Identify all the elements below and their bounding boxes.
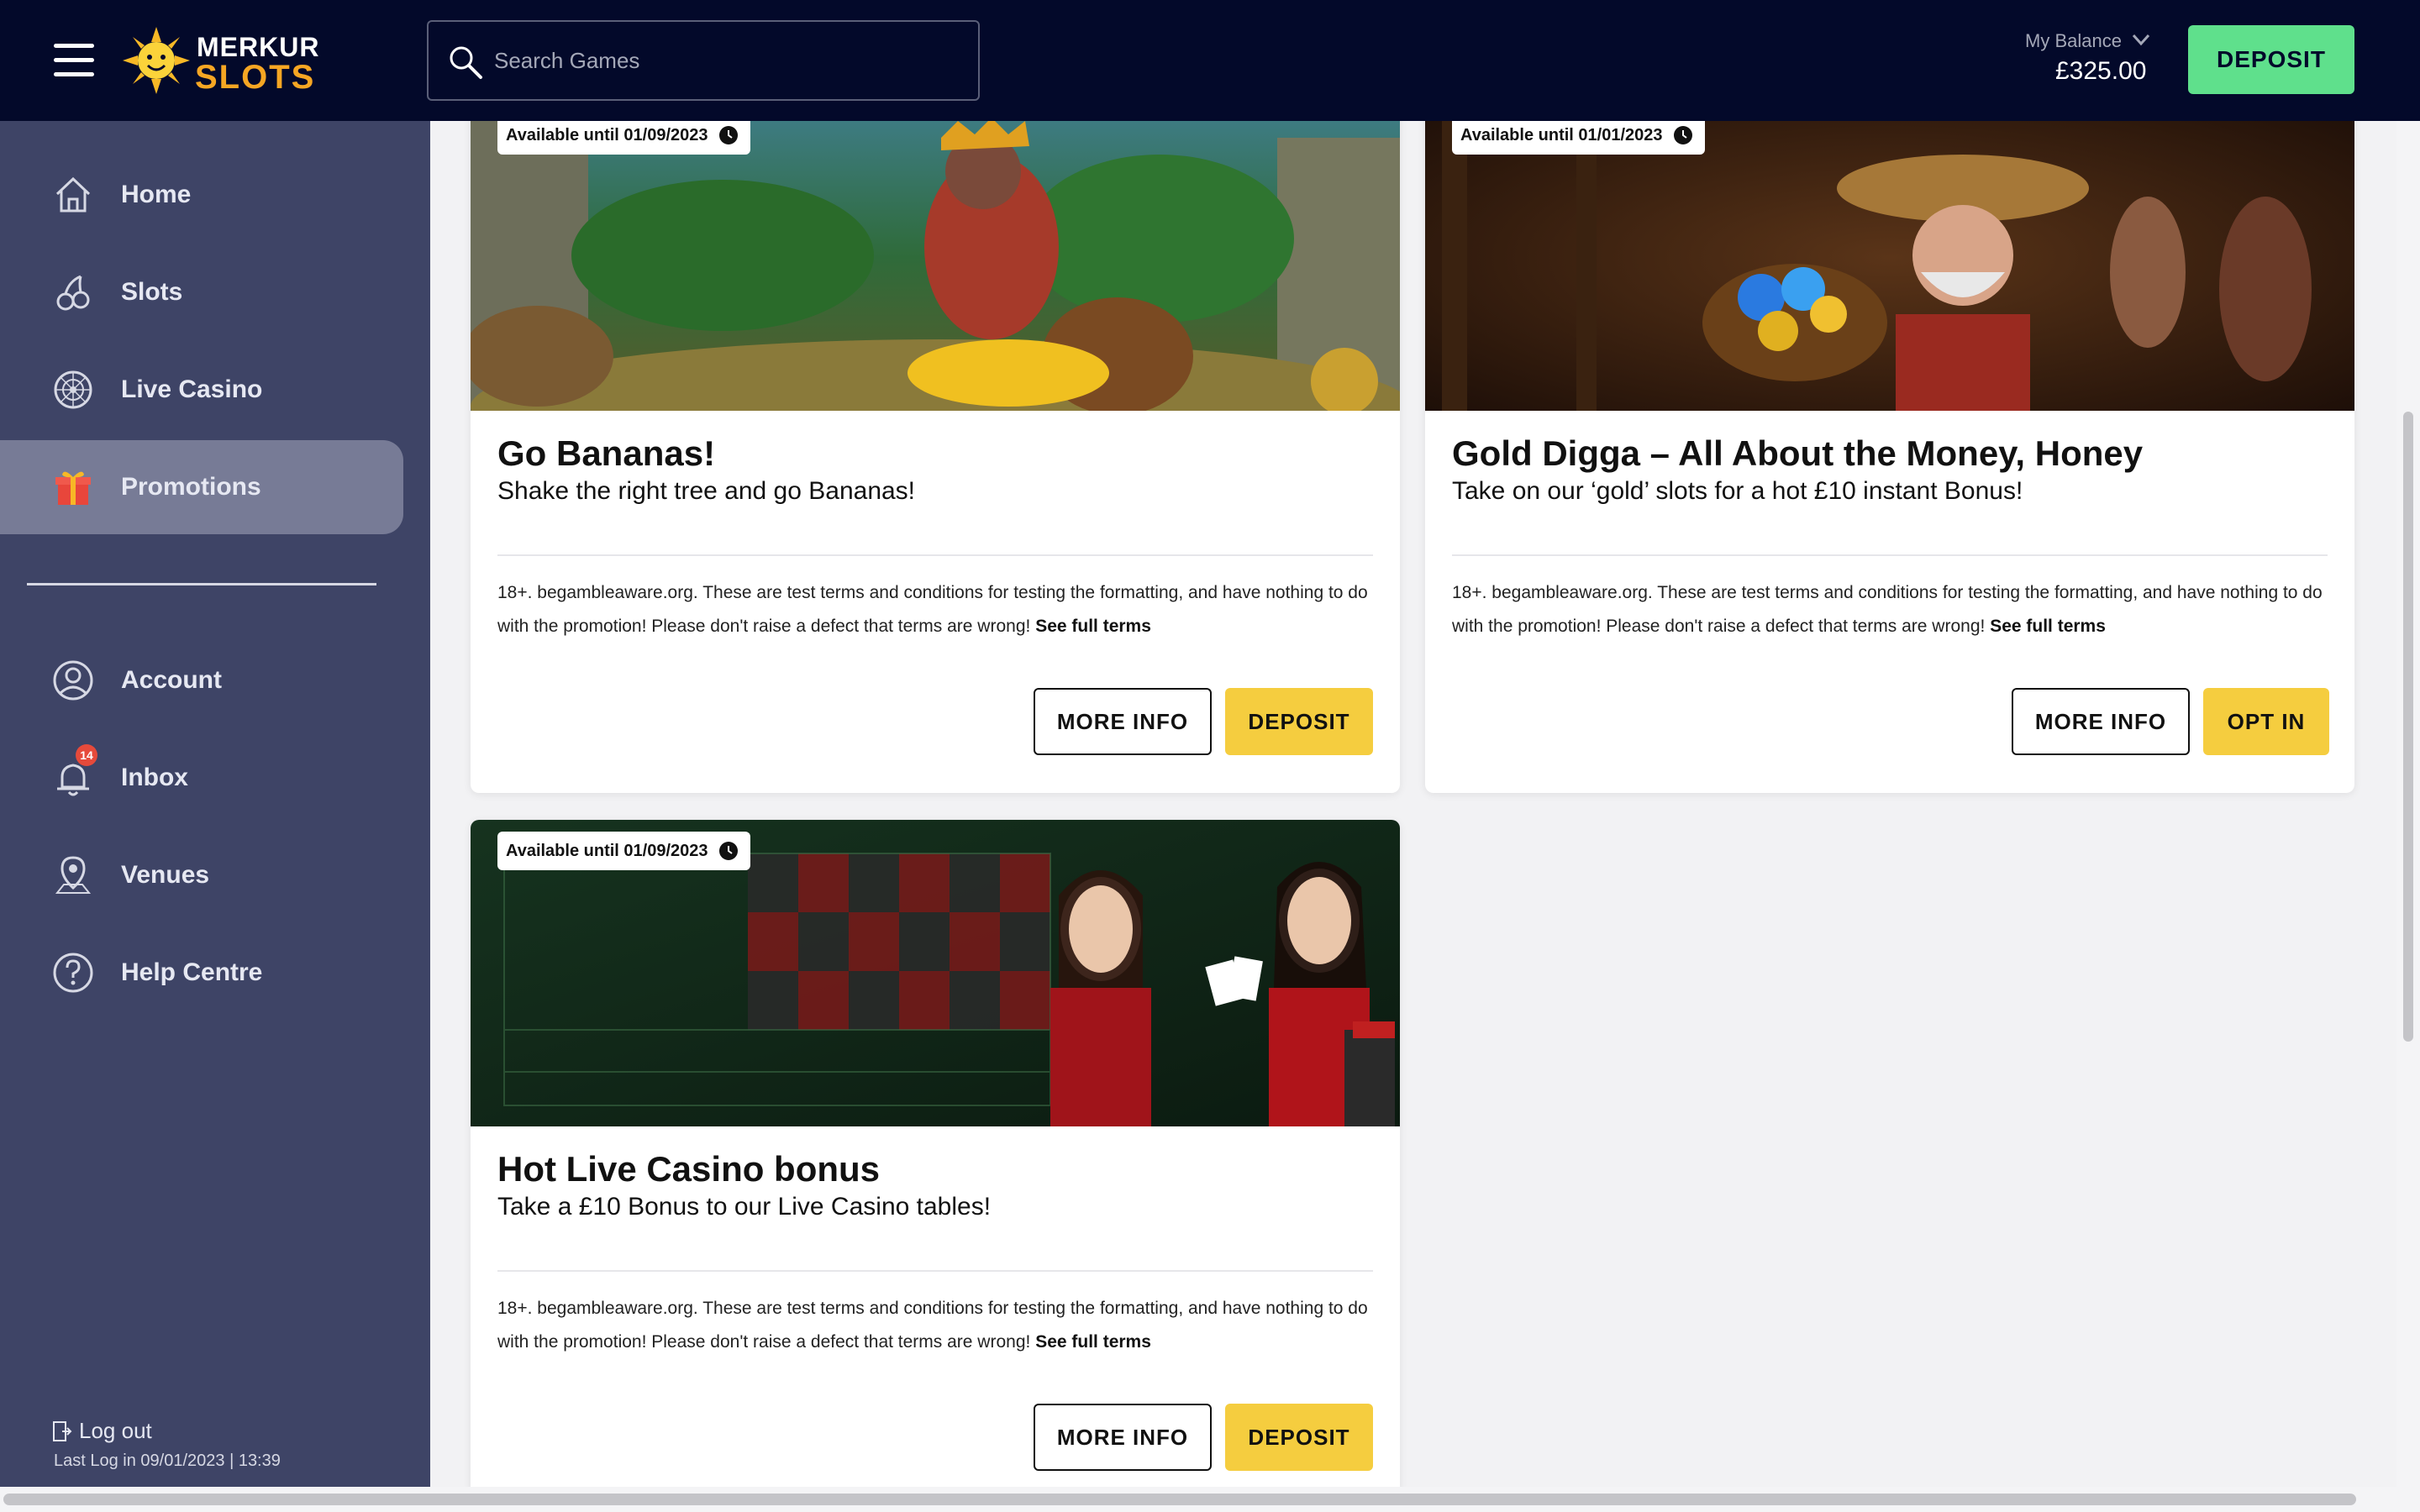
search-input[interactable] [494,39,965,82]
sidebar: Home Slots Live Casino Promotions Accoun… [0,121,430,1487]
promotion-subtitle: Take on our ‘gold’ slots for a hot £10 i… [1452,477,2023,505]
chevron-down-icon[interactable] [2131,30,2151,50]
inbox-count-badge: 14 [76,744,97,766]
jungle-gorilla-illustration [471,121,1400,411]
promotion-title: Hot Live Casino bonus [497,1149,881,1189]
gift-icon [55,471,91,505]
vertical-scrollbar[interactable] [2396,121,2420,1487]
promotion-title: Go Bananas! [497,433,716,473]
sidebar-divider [27,583,376,585]
help-icon [53,953,93,993]
home-icon [55,176,91,213]
logout-label: Log out [79,1418,152,1443]
availability-text: Available until 01/09/2023 [506,841,708,860]
search-icon [450,46,482,79]
logout-link[interactable]: Log out [52,1418,152,1444]
roulette-icon [54,370,92,409]
sidebar-item-label: Help Centre [121,958,263,986]
sidebar-item-help-centre[interactable]: Help Centre [0,926,403,1020]
promotion-terms: 18+. begambleaware.org. These are test t… [497,576,1373,643]
card-divider [497,1270,1373,1272]
sidebar-item-label: Venues [121,861,210,889]
promotions-content: Available until 01/09/2023 Go Bananas! S… [430,121,2396,1487]
sidebar-item-live-casino[interactable]: Live Casino [0,343,403,437]
sidebar-item-label: Slots [121,278,183,306]
promotion-card: Available until 01/09/2023 Hot Live Casi… [471,820,1400,1487]
sidebar-item-label: Live Casino [121,375,263,403]
horizontal-scrollbar-thumb[interactable] [3,1494,2356,1505]
sidebar-item-label: Account [121,666,222,694]
search-box[interactable] [427,20,980,101]
promotion-terms: 18+. begambleaware.org. These are test t… [1452,576,2328,643]
clock-icon [718,126,738,144]
user-icon [53,660,93,701]
sun-logo-icon [123,27,190,94]
last-login-text: Last Log in 09/01/2023 | 13:39 [54,1452,281,1470]
brand-bottom: SLOTS [195,59,316,96]
sidebar-item-promotions[interactable]: Promotions [0,440,403,534]
cherries-icon [56,275,90,311]
sidebar-item-slots[interactable]: Slots [0,245,403,339]
promotion-subtitle: Shake the right tree and go Bananas! [497,477,916,505]
terms-text: 18+. begambleaware.org. These are test t… [497,1299,1368,1352]
availability-text: Available until 01/09/2023 [506,125,708,144]
balance-label[interactable]: My Balance [2025,30,2122,52]
promotion-terms: 18+. begambleaware.org. These are test t… [497,1292,1373,1359]
promotion-image: Available until 01/01/2023 [1425,121,2354,411]
header-deposit-button[interactable]: DEPOSIT [2188,25,2354,94]
card-divider [497,554,1373,556]
balance-value: £325.00 [2055,57,2147,85]
logout-icon [53,1420,72,1441]
see-full-terms-link[interactable]: See full terms [1035,1332,1151,1352]
promotion-subtitle: Take a £10 Bonus to our Live Casino tabl… [497,1193,992,1221]
more-info-button[interactable]: MORE INFO [1034,688,1212,755]
deposit-button[interactable]: DEPOSIT [1225,1404,1373,1471]
clock-icon [718,842,738,860]
gold-miner-illustration [1425,121,2354,411]
promotion-image: Available until 01/09/2023 [471,121,1400,411]
more-info-button[interactable]: MORE INFO [2012,688,2190,755]
see-full-terms-link[interactable]: See full terms [1035,617,1151,636]
opt-in-button[interactable]: OPT IN [2203,688,2329,755]
sidebar-item-account[interactable]: Account [0,633,403,727]
availability-badge: Available until 01/01/2023 [1452,121,1705,155]
clock-icon [1673,126,1692,144]
sidebar-item-home[interactable]: Home [0,148,403,242]
promotion-title: Gold Digga – All About the Money, Honey [1452,433,2144,473]
sidebar-item-label: Home [121,181,192,208]
deposit-button[interactable]: DEPOSIT [1225,688,1373,755]
map-pin-icon [55,856,92,894]
availability-badge: Available until 01/09/2023 [497,832,750,870]
menu-icon[interactable] [54,44,94,77]
terms-text: 18+. begambleaware.org. These are test t… [1452,583,2323,636]
availability-text: Available until 01/01/2023 [1460,125,1663,144]
promotion-image: Available until 01/09/2023 [471,820,1400,1126]
card-divider [1452,554,2328,556]
sidebar-item-venues[interactable]: Venues [0,828,403,922]
merkur-slots-logo[interactable]: MERKUR SLOTS [121,25,318,96]
sidebar-item-inbox[interactable]: 14 Inbox [0,731,403,825]
terms-text: 18+. begambleaware.org. These are test t… [497,583,1368,636]
promotion-card: Available until 01/01/2023 Gold Digga – … [1425,121,2354,793]
horizontal-scrollbar[interactable] [0,1487,2420,1512]
top-header: MERKUR SLOTS My Balance £325.00 DEPOSIT [0,0,2420,121]
sidebar-item-label: Inbox [121,764,188,791]
more-info-button[interactable]: MORE INFO [1034,1404,1212,1471]
promotion-card: Available until 01/09/2023 Go Bananas! S… [471,121,1400,793]
vertical-scrollbar-thumb[interactable] [2403,412,2413,1042]
sidebar-item-label: Promotions [121,473,261,501]
availability-badge: Available until 01/09/2023 [497,121,750,155]
see-full-terms-link[interactable]: See full terms [1990,617,2106,636]
